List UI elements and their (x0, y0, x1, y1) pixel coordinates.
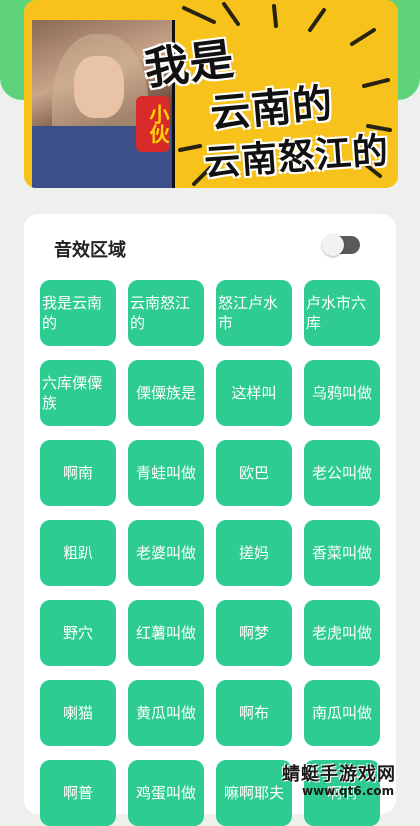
sound-button[interactable]: 啊布 (216, 680, 292, 746)
watermark-url: www.qt6.com (302, 784, 395, 798)
sound-button[interactable]: 啊南 (40, 440, 116, 506)
sound-button[interactable]: 乌鸦叫做 (304, 360, 380, 426)
sound-button[interactable]: 南瓜叫做 (304, 680, 380, 746)
sound-grid: 我是云南的 云南怒江的 怒江卢水市 卢水市六库 六库傈僳族 傈僳族是 这样叫 乌… (40, 280, 384, 826)
sound-button[interactable]: 搓妈 (216, 520, 292, 586)
sound-button[interactable]: 啊普 (40, 760, 116, 826)
sound-button[interactable]: 这样叫 (216, 360, 292, 426)
sound-button[interactable]: 红薯叫做 (128, 600, 204, 666)
sound-button[interactable]: 鸡蛋叫做 (128, 760, 204, 826)
sound-toggle[interactable] (322, 234, 360, 256)
sound-button[interactable]: 喇猫 (40, 680, 116, 746)
sound-button[interactable]: 六库傈僳族 (40, 360, 116, 426)
toggle-knob (322, 234, 344, 256)
sound-button[interactable]: 欧巴 (216, 440, 292, 506)
watermark-text: 蜻蜓手游戏网 (282, 764, 396, 785)
sound-button[interactable]: 老虎叫做 (304, 600, 380, 666)
sound-button[interactable]: 黄瓜叫做 (128, 680, 204, 746)
sound-button[interactable]: 老婆叫做 (128, 520, 204, 586)
watermark: 蜻蜓手游戏网 www.qt6.com (276, 760, 420, 800)
panel-title: 音效区域 (54, 240, 126, 261)
sound-button[interactable]: 怒江卢水市 (216, 280, 292, 346)
sound-button[interactable]: 我是云南的 (40, 280, 116, 346)
sound-panel: 音效区域 我是云南的 云南怒江的 怒江卢水市 卢水市六库 六库傈僳族 傈僳族是 … (24, 214, 396, 826)
banner-badge: 小伙 (136, 96, 170, 152)
sound-button[interactable]: 老公叫做 (304, 440, 380, 506)
sound-button[interactable]: 野穴 (40, 600, 116, 666)
sound-button[interactable]: 香菜叫做 (304, 520, 380, 586)
sound-button[interactable]: 啊梦 (216, 600, 292, 666)
sound-button[interactable]: 卢水市六库 (304, 280, 380, 346)
sound-button[interactable]: 云南怒江的 (128, 280, 204, 346)
sound-button[interactable]: 粗趴 (40, 520, 116, 586)
banner-image: 小伙 我是 云南的 云南怒江的 (24, 0, 398, 188)
sound-button[interactable]: 青蛙叫做 (128, 440, 204, 506)
sound-button[interactable]: 傈僳族是 (128, 360, 204, 426)
